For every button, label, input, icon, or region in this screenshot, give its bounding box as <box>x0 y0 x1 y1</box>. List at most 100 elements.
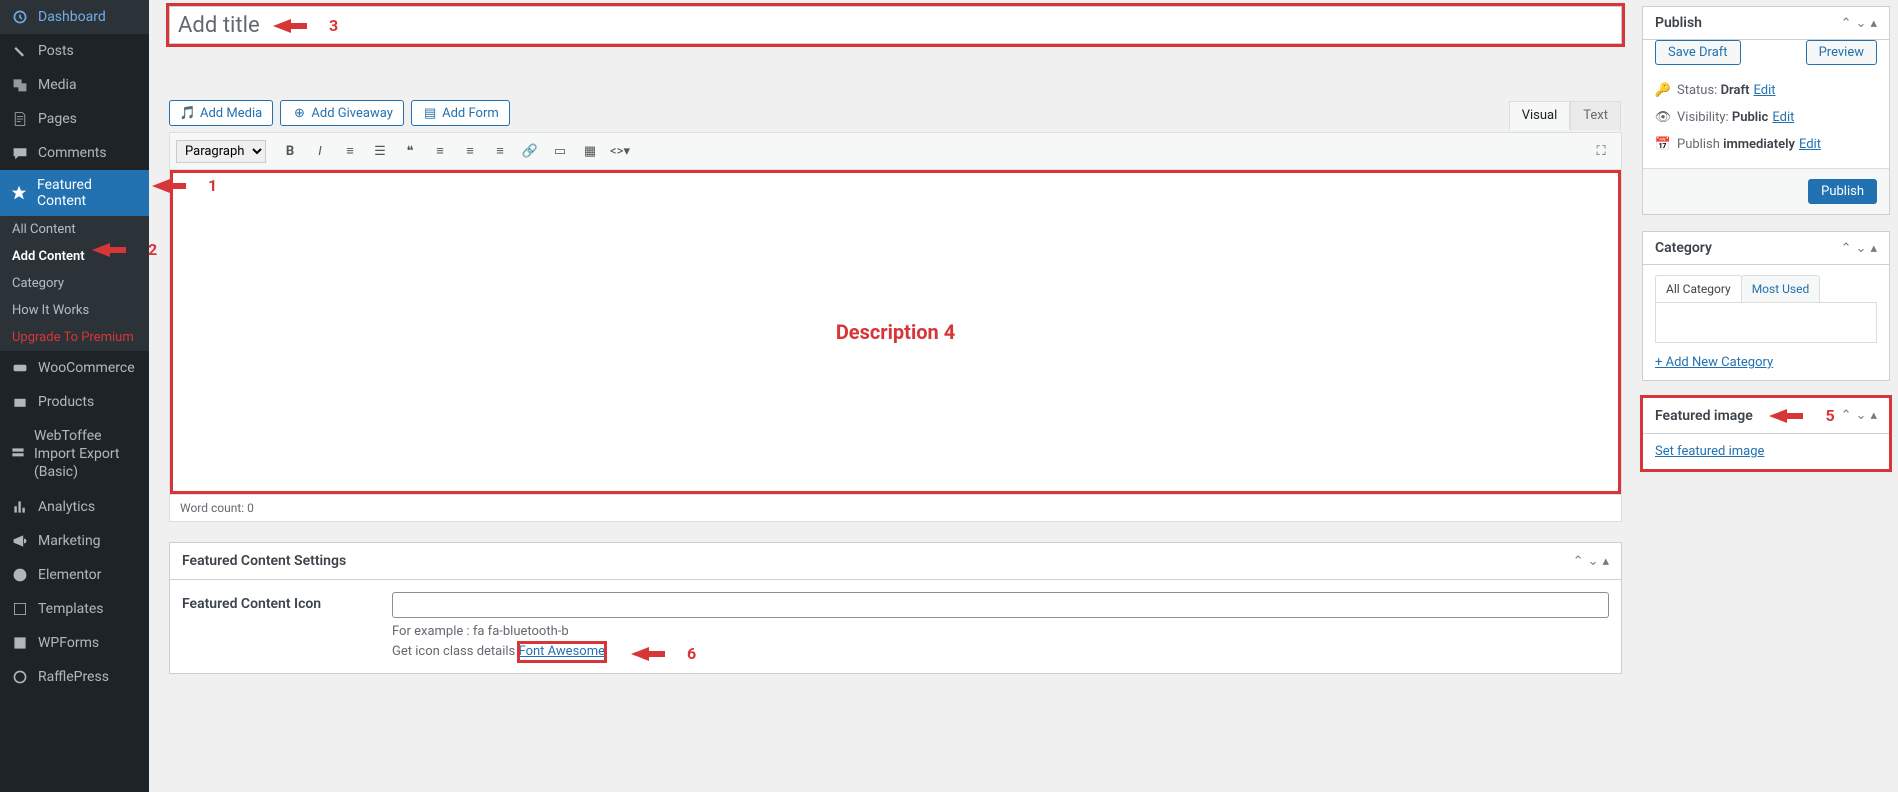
fullscreen-button[interactable]: ⛶ <box>1587 137 1615 165</box>
sidebar-item-dashboard[interactable]: Dashboard <box>0 0 149 34</box>
quote-button[interactable]: ❝ <box>396 137 424 165</box>
sidebar-item-webtoffee[interactable]: WebToffee Import Export (Basic) <box>0 419 149 490</box>
sidebar-label: Products <box>38 394 94 410</box>
publish-box: Publish ⌃ ⌄ ▴ Save Draft Preview 🔑 Statu… <box>1642 6 1890 215</box>
sidebar-item-rafflepress[interactable]: RafflePress <box>0 660 149 694</box>
align-left-button[interactable]: ≡ <box>426 137 454 165</box>
sidebar-label: Pages <box>38 111 77 127</box>
icon-details-text: Get icon class details <box>392 644 515 659</box>
sidebar-item-posts[interactable]: Posts <box>0 34 149 68</box>
submenu-category[interactable]: Category <box>0 270 149 297</box>
category-box: Category ⌃ ⌄ ▴ All Category Most Used + … <box>1642 231 1890 381</box>
move-up-icon[interactable]: ⌃ <box>1573 554 1584 569</box>
move-down-icon[interactable]: ⌄ <box>1856 408 1867 423</box>
sidebar-item-elementor[interactable]: Elementor <box>0 558 149 592</box>
wpforms-icon <box>10 633 30 653</box>
sidebar-item-wpforms[interactable]: WPForms <box>0 626 149 660</box>
sidebar-item-woocommerce[interactable]: WooCommerce <box>0 351 149 385</box>
sidebar-item-pages[interactable]: Pages <box>0 102 149 136</box>
sidebar-label: Media <box>38 77 77 93</box>
icon-label: Featured Content Icon <box>182 592 372 661</box>
number-list-button[interactable]: ☰ <box>366 137 394 165</box>
sidebar-item-marketing[interactable]: Marketing <box>0 524 149 558</box>
link-button[interactable]: 🔗 <box>516 137 544 165</box>
tab-text[interactable]: Text <box>1570 101 1621 130</box>
edit-schedule-link[interactable]: Edit <box>1799 137 1821 152</box>
bold-button[interactable]: B <box>276 137 304 165</box>
set-featured-image-link[interactable]: Set featured image <box>1655 444 1764 459</box>
sidebar-submenu: All Content Add Content Category How It … <box>0 216 149 351</box>
submenu-how-it-works[interactable]: How It Works <box>0 297 149 324</box>
code-button[interactable]: <>▾ <box>606 137 634 165</box>
move-up-icon[interactable]: ⌃ <box>1841 16 1852 31</box>
right-sidebar: Publish ⌃ ⌄ ▴ Save Draft Preview 🔑 Statu… <box>1642 0 1898 792</box>
submenu-upgrade[interactable]: Upgrade To Premium <box>0 324 149 351</box>
calendar-icon: 📅 <box>1655 137 1671 152</box>
add-category-link[interactable]: + Add New Category <box>1655 355 1773 370</box>
sidebar-label: WPForms <box>38 635 99 651</box>
add-form-button[interactable]: ▤Add Form <box>411 100 510 126</box>
megaphone-icon <box>10 531 30 551</box>
most-used-tab[interactable]: Most Used <box>1741 275 1821 302</box>
editor-content-area[interactable]: Description 4 <box>170 170 1621 494</box>
icon-example: For example : fa fa-bluetooth-b <box>392 624 569 639</box>
sidebar-label: RafflePress <box>38 669 109 685</box>
giveaway-icon: ⊕ <box>291 105 307 121</box>
publish-button[interactable]: Publish <box>1808 179 1877 204</box>
sidebar-item-analytics[interactable]: Analytics <box>0 490 149 524</box>
settings-controls: ⌃ ⌄ ▴ <box>1573 554 1609 569</box>
move-down-icon[interactable]: ⌄ <box>1588 554 1599 569</box>
move-down-icon[interactable]: ⌄ <box>1856 16 1867 31</box>
submenu-all-content[interactable]: All Content <box>0 216 149 243</box>
featured-image-box: Featured image 5 ⌃ ⌄ ▴ Set featured imag… <box>1642 397 1890 470</box>
paragraph-select[interactable]: Paragraph <box>176 140 266 163</box>
add-media-button[interactable]: 🎵Add Media <box>169 100 273 126</box>
save-draft-button[interactable]: Save Draft <box>1655 40 1741 65</box>
sidebar-item-products[interactable]: Products <box>0 385 149 419</box>
sidebar-label: Analytics <box>38 499 95 515</box>
toggle-icon[interactable]: ▴ <box>1870 16 1877 31</box>
sidebar-item-templates[interactable]: Templates <box>0 592 149 626</box>
analytics-icon <box>10 497 30 517</box>
toggle-icon[interactable]: ▴ <box>1870 408 1877 423</box>
edit-visibility-link[interactable]: Edit <box>1772 110 1794 125</box>
sidebar-item-featured-content[interactable]: Featured Content <box>0 170 149 216</box>
sidebar-item-comments[interactable]: Comments <box>0 136 149 170</box>
readmore-button[interactable]: ▭ <box>546 137 574 165</box>
icon-input[interactable] <box>392 592 1609 618</box>
rafflepress-icon <box>10 667 30 687</box>
italic-button[interactable]: I <box>306 137 334 165</box>
sidebar-label: Elementor <box>38 567 101 583</box>
move-down-icon[interactable]: ⌄ <box>1856 241 1867 256</box>
tab-visual[interactable]: Visual <box>1509 101 1571 130</box>
sidebar-label: WebToffee Import Export (Basic) <box>34 427 139 482</box>
main-content: 3 🎵Add Media ⊕Add Giveaway ▤Add Form Vis… <box>149 0 1642 792</box>
description-annotation: Description 4 <box>836 320 955 344</box>
featured-image-title: Featured image <box>1655 408 1753 424</box>
bullet-list-button[interactable]: ≡ <box>336 137 364 165</box>
toggle-icon[interactable]: ▴ <box>1602 554 1609 569</box>
import-icon <box>10 444 26 464</box>
elementor-icon <box>10 565 30 585</box>
media-buttons: 🎵Add Media ⊕Add Giveaway ▤Add Form <box>169 100 1622 126</box>
move-up-icon[interactable]: ⌃ <box>1841 408 1852 423</box>
table-button[interactable]: ▦ <box>576 137 604 165</box>
pin-icon <box>10 41 30 61</box>
sidebar-item-media[interactable]: Media <box>0 68 149 102</box>
submenu-add-content[interactable]: Add Content <box>0 243 149 270</box>
all-category-tab[interactable]: All Category <box>1655 275 1742 302</box>
font-awesome-link[interactable]: Font Awesome <box>519 644 605 659</box>
dashboard-icon <box>10 7 30 27</box>
move-up-icon[interactable]: ⌃ <box>1841 241 1852 256</box>
edit-status-link[interactable]: Edit <box>1753 83 1775 98</box>
title-input[interactable] <box>169 6 1622 44</box>
sidebar-label: WooCommerce <box>38 360 135 376</box>
add-giveaway-button[interactable]: ⊕Add Giveaway <box>280 100 403 126</box>
toggle-icon[interactable]: ▴ <box>1870 241 1877 256</box>
align-center-button[interactable]: ≡ <box>456 137 484 165</box>
media-icon: 🎵 <box>180 105 196 121</box>
publish-title: Publish <box>1655 15 1702 31</box>
star-icon <box>10 183 29 203</box>
align-right-button[interactable]: ≡ <box>486 137 514 165</box>
preview-button[interactable]: Preview <box>1806 40 1877 65</box>
